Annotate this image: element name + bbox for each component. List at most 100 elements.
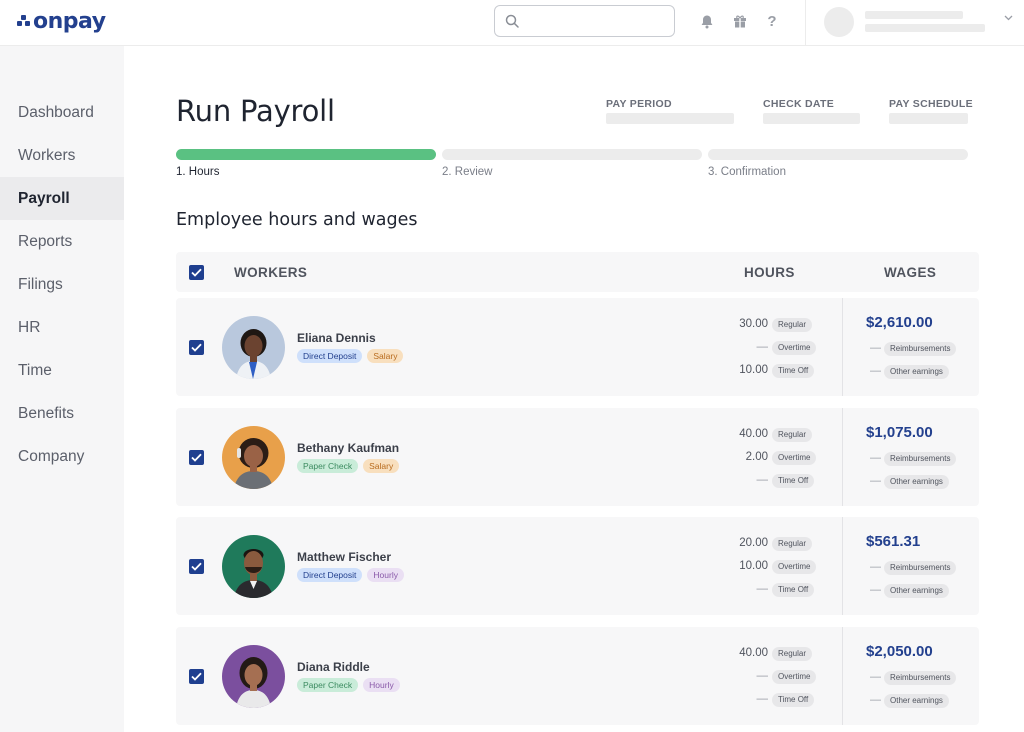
- hours-type-label: Overtime: [772, 341, 817, 355]
- sidebar-item-workers[interactable]: Workers: [0, 134, 124, 177]
- worker-name[interactable]: Matthew Fischer: [297, 550, 391, 564]
- sidebar-item-filings[interactable]: Filings: [0, 263, 124, 306]
- wage-total: $2,610.00: [866, 314, 933, 331]
- wage-type-label: Other earnings: [884, 584, 949, 598]
- worker-name[interactable]: Diana Riddle: [297, 660, 370, 674]
- select-all-checkbox[interactable]: [189, 265, 204, 280]
- other-earnings-line[interactable]: — Other earnings: [866, 473, 976, 491]
- sidebar-item-company[interactable]: Company: [0, 435, 124, 478]
- pay-type-badge: Salary: [367, 349, 404, 363]
- wage-total: $561.31: [866, 533, 921, 550]
- checkmark-icon: [191, 672, 202, 681]
- help-icon[interactable]: ?: [763, 12, 781, 30]
- table-row[interactable]: Matthew Fischer Direct Deposit Hourly 20…: [176, 517, 979, 615]
- reimbursements-line[interactable]: — Reimbursements: [866, 340, 976, 358]
- avatar: [222, 316, 285, 379]
- hours-regular[interactable]: 40.00 Regular: [696, 645, 846, 663]
- hours-time-off[interactable]: — Time Off: [696, 691, 846, 709]
- other-earnings-line[interactable]: — Other earnings: [866, 582, 976, 600]
- reimbursements-line[interactable]: — Reimbursements: [866, 450, 976, 468]
- payment-method-badge: Paper Check: [297, 678, 359, 692]
- column-divider: [842, 408, 843, 506]
- sidebar-item-dashboard[interactable]: Dashboard: [0, 91, 124, 134]
- hours-type-label: Overtime: [772, 451, 817, 465]
- row-checkbox[interactable]: [189, 450, 204, 465]
- hours-type-label: Time Off: [772, 583, 815, 597]
- logo-mark: [17, 15, 31, 27]
- hours-type-label: Regular: [772, 647, 813, 661]
- pay-type-badge: Hourly: [363, 678, 400, 692]
- wage-value: —: [870, 584, 881, 596]
- check-date-value: [763, 113, 860, 124]
- worker-tags: Paper Check Salary: [297, 459, 400, 473]
- chevron-down-icon[interactable]: [1004, 15, 1013, 21]
- hours-overtime[interactable]: — Overtime: [696, 339, 846, 357]
- reimbursements-line[interactable]: — Reimbursements: [866, 559, 976, 577]
- section-title: Employee hours and wages: [176, 210, 418, 230]
- user-company-placeholder: [865, 24, 985, 32]
- row-checkbox[interactable]: [189, 340, 204, 355]
- row-checkbox[interactable]: [189, 669, 204, 684]
- wage-value: —: [870, 452, 881, 464]
- bell-icon[interactable]: [698, 12, 716, 30]
- sidebar-item-reports[interactable]: Reports: [0, 220, 124, 263]
- wage-value: —: [870, 671, 881, 683]
- hours-value: 40.00: [739, 428, 768, 440]
- step-label-hours[interactable]: 1. Hours: [176, 166, 219, 178]
- wage-total: $1,075.00: [866, 424, 933, 441]
- step-label-confirmation[interactable]: 3. Confirmation: [708, 166, 786, 178]
- wage-type-label: Reimbursements: [884, 342, 957, 356]
- hours-overtime[interactable]: — Overtime: [696, 668, 846, 686]
- hours-overtime[interactable]: 2.00 Overtime: [696, 449, 846, 467]
- onpay-logo[interactable]: onpay: [17, 8, 106, 34]
- column-header-hours[interactable]: HOURS: [744, 265, 795, 280]
- worker-tags: Direct Deposit Salary: [297, 349, 404, 363]
- row-checkbox[interactable]: [189, 559, 204, 574]
- table-row[interactable]: Diana Riddle Paper Check Hourly 40.00 Reg…: [176, 627, 979, 725]
- reimbursements-line[interactable]: — Reimbursements: [866, 669, 976, 687]
- table-row[interactable]: Bethany Kaufman Paper Check Salary 40.00…: [176, 408, 979, 506]
- other-earnings-line[interactable]: — Other earnings: [866, 692, 976, 710]
- step-label-review[interactable]: 2. Review: [442, 166, 493, 178]
- hours-time-off[interactable]: — Time Off: [696, 472, 846, 490]
- search-input[interactable]: [494, 5, 675, 37]
- checkmark-icon: [191, 343, 202, 352]
- hours-regular[interactable]: 20.00 Regular: [696, 535, 846, 553]
- sidebar-item-time[interactable]: Time: [0, 349, 124, 392]
- payment-method-badge: Direct Deposit: [297, 568, 363, 582]
- hours-value: 20.00: [739, 537, 768, 549]
- sidebar-item-benefits[interactable]: Benefits: [0, 392, 124, 435]
- wage-type-label: Reimbursements: [884, 561, 957, 575]
- hours-overtime[interactable]: 10.00 Overtime: [696, 558, 846, 576]
- hours-regular[interactable]: 30.00 Regular: [696, 316, 846, 334]
- hours-regular[interactable]: 40.00 Regular: [696, 426, 846, 444]
- wage-value: —: [870, 561, 881, 573]
- other-earnings-line[interactable]: — Other earnings: [866, 363, 976, 381]
- sidebar-item-payroll[interactable]: Payroll: [0, 177, 124, 220]
- hours-type-label: Overtime: [772, 670, 817, 684]
- pay-schedule-label: PAY SCHEDULE: [889, 98, 973, 110]
- avatar: [222, 535, 285, 598]
- user-avatar[interactable]: [824, 7, 854, 37]
- column-header-workers[interactable]: WORKERS: [234, 265, 307, 280]
- wage-value: —: [870, 365, 881, 377]
- column-divider: [842, 298, 843, 396]
- hours-time-off[interactable]: 10.00 Time Off: [696, 362, 846, 380]
- hours-value: —: [756, 341, 769, 353]
- user-name-placeholder: [865, 11, 963, 19]
- table-row[interactable]: Eliana Dennis Direct Deposit Salary 30.0…: [176, 298, 979, 396]
- column-header-wages[interactable]: WAGES: [884, 265, 936, 280]
- worker-name[interactable]: Bethany Kaufman: [297, 441, 399, 455]
- wage-value: —: [870, 342, 881, 354]
- sidebar-item-hr[interactable]: HR: [0, 306, 124, 349]
- avatar: [222, 645, 285, 708]
- hours-value: —: [756, 474, 769, 486]
- gift-icon[interactable]: [731, 12, 749, 30]
- check-date-label: CHECK DATE: [763, 98, 835, 110]
- topbar-divider: [805, 0, 806, 46]
- step-progress-confirmation: [708, 149, 968, 160]
- checkmark-icon: [191, 562, 202, 571]
- hours-time-off[interactable]: — Time Off: [696, 581, 846, 599]
- worker-name[interactable]: Eliana Dennis: [297, 331, 376, 345]
- pay-period-value: [606, 113, 734, 124]
